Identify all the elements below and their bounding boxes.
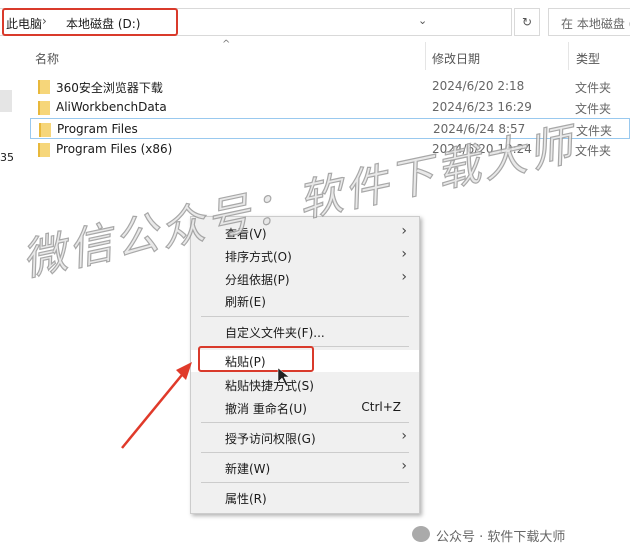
sidebar-partial-text: 35 (0, 151, 14, 164)
chevron-down-icon[interactable]: ⌄ (418, 14, 427, 27)
menu-separator (201, 422, 409, 423)
file-type: 文件夹 (576, 124, 613, 138)
chevron-right-icon: › (401, 269, 407, 285)
chevron-right-icon: › (401, 223, 407, 239)
menu-label: 自定义文件夹(F)... (225, 326, 325, 340)
folder-icon (39, 123, 51, 137)
column-header-type[interactable]: 类型 (576, 50, 600, 67)
file-name: 360安全浏览器下载 (56, 81, 163, 95)
file-date: 2024/6/20 19:24 (432, 142, 532, 156)
folder-icon (38, 101, 50, 115)
menu-shortcut: Ctrl+Z (361, 400, 401, 414)
menu-label: 分组依据(P) (225, 273, 290, 287)
menu-label: 排序方式(O) (225, 250, 292, 264)
refresh-button[interactable]: ↻ (514, 8, 540, 36)
menu-label: 撤消 重命名(U) (225, 402, 307, 416)
chevron-right-icon: › (401, 458, 407, 474)
file-date: 2024/6/20 2:18 (432, 79, 525, 93)
file-row[interactable]: Program Files (x86) 2024/6/20 19:24 文件夹 (30, 139, 630, 160)
file-type: 文件夹 (575, 144, 612, 158)
menu-separator (201, 452, 409, 453)
menu-label: 查看(V) (225, 227, 267, 241)
menu-separator (201, 316, 409, 317)
folder-icon (38, 80, 50, 94)
address-highlight-box (2, 8, 178, 36)
sort-up-icon: ^ (222, 39, 231, 50)
column-header-name[interactable]: 名称 (35, 50, 59, 67)
file-type: 文件夹 (575, 81, 612, 95)
paste-highlight-box (198, 346, 314, 372)
menu-item-paste-shortcut[interactable]: 粘贴快捷方式(S) (191, 374, 419, 396)
folder-icon (38, 143, 50, 157)
menu-label: 新建(W) (225, 462, 271, 476)
menu-item-new[interactable]: 新建(W) › (191, 457, 419, 479)
file-name: Program Files (57, 122, 138, 136)
file-name: AliWorkbenchData (56, 100, 167, 114)
file-name: Program Files (x86) (56, 142, 173, 156)
wechat-icon (412, 526, 430, 542)
file-date: 2024/6/23 16:29 (432, 100, 532, 114)
menu-item-grant-access[interactable]: 授予访问权限(G) › (191, 427, 419, 449)
file-date: 2024/6/24 8:57 (433, 122, 526, 136)
menu-label: 粘贴快捷方式(S) (225, 379, 314, 393)
file-row[interactable]: AliWorkbenchData 2024/6/23 16:29 文件夹 (30, 97, 630, 118)
menu-item-undo-rename[interactable]: 撤消 重命名(U) Ctrl+Z (191, 397, 419, 419)
menu-label: 刷新(E) (225, 295, 266, 309)
chevron-right-icon: › (401, 428, 407, 444)
search-input[interactable]: 在 本地磁盘 (D:) (548, 8, 630, 36)
file-type: 文件夹 (575, 102, 612, 116)
column-header-date[interactable]: 修改日期 (432, 50, 480, 67)
menu-item-view[interactable]: 查看(V) › (191, 222, 419, 244)
menu-item-group[interactable]: 分组依据(P) › (191, 268, 419, 290)
menu-item-customize-folder[interactable]: 自定义文件夹(F)... (191, 321, 419, 343)
footer-watermark: 公众号 · 软件下载大师 (436, 530, 566, 545)
chevron-right-icon: › (401, 246, 407, 262)
file-row[interactable]: Program Files 2024/6/24 8:57 文件夹 (30, 118, 630, 139)
menu-label: 授予访问权限(G) (225, 432, 316, 446)
column-divider[interactable] (568, 42, 569, 70)
menu-separator (201, 482, 409, 483)
menu-item-refresh[interactable]: 刷新(E) (191, 290, 419, 312)
column-divider[interactable] (425, 42, 426, 70)
menu-item-properties[interactable]: 属性(R) (191, 487, 419, 509)
file-row[interactable]: 360安全浏览器下载 2024/6/20 2:18 文件夹 (30, 76, 630, 97)
menu-item-sort[interactable]: 排序方式(O) › (191, 245, 419, 267)
sidebar-selected-item[interactable] (0, 90, 12, 112)
menu-label: 属性(R) (225, 492, 267, 506)
